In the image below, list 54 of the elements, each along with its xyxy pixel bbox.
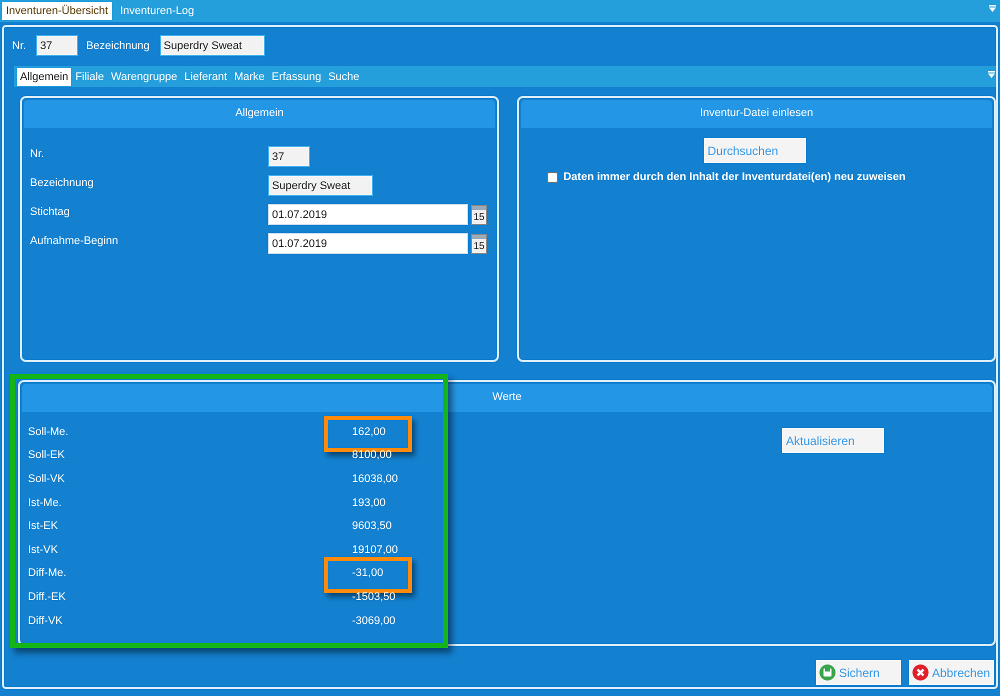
- date-field[interactable]: 01.07.2019: [268, 204, 468, 225]
- input-field[interactable]: Superdry Sweat: [160, 35, 265, 56]
- value-text: 193,00: [352, 496, 386, 509]
- field-label: Aufnahme-Beginn: [30, 234, 120, 246]
- value-text: 19107,00: [352, 544, 398, 556]
- calendar-button[interactable]: 15: [471, 204, 487, 224]
- panel-title: Allgemein: [24, 100, 495, 128]
- panel-title: Werte: [22, 384, 992, 412]
- tab[interactable]: Warengruppe: [108, 68, 180, 86]
- input-field[interactable]: 37: [36, 35, 78, 56]
- value-label: Soll-VK: [28, 472, 66, 485]
- tab[interactable]: Inventuren-Log: [116, 2, 198, 20]
- field-label: Bezeichnung: [30, 176, 95, 188]
- value-text: 162,00: [352, 426, 386, 438]
- tab[interactable]: Filiale: [72, 68, 108, 86]
- field-label: Nr.: [30, 148, 46, 160]
- value-text: -3069,00: [352, 614, 396, 627]
- value-label: Diff-VK: [28, 614, 64, 627]
- value-label: Diff.-EK: [28, 590, 67, 603]
- tab[interactable]: Suche: [325, 68, 362, 86]
- tab[interactable]: Marke: [231, 68, 268, 86]
- tab[interactable]: Allgemein: [17, 68, 72, 86]
- panel-title: Inventur-Datei einlesen: [521, 100, 992, 128]
- value-label: Diff-Me.: [28, 567, 68, 580]
- value-label: Ist-VK: [28, 544, 59, 556]
- value-text: 9603,50: [352, 520, 392, 532]
- value-label: Soll-Me.: [28, 426, 70, 438]
- tab[interactable]: Inventuren-Übersicht: [2, 2, 112, 20]
- value-text: 8100,00: [352, 449, 392, 462]
- refresh-button[interactable]: Aktualisieren: [782, 428, 884, 453]
- input-field[interactable]: Superdry Sweat: [268, 175, 373, 196]
- input-field[interactable]: 37: [268, 146, 310, 167]
- dropdown-icon[interactable]: [989, 5, 996, 12]
- dropdown-icon[interactable]: [988, 71, 995, 78]
- tab[interactable]: Erfassung: [268, 68, 324, 86]
- close-icon: [912, 664, 929, 681]
- date-field[interactable]: 01.07.2019: [268, 233, 468, 254]
- value-text: 16038,00: [352, 472, 398, 485]
- tab[interactable]: Lieferant: [181, 68, 230, 86]
- floppy-disk-icon: [819, 664, 836, 681]
- checkbox-label: Daten immer durch den Inhalt der Inventurdatei(en) neu zuweisen: [563, 171, 906, 183]
- checkbox[interactable]: [547, 172, 558, 182]
- field-label: Nr.: [12, 40, 26, 52]
- cancel-button[interactable]: Abbrechen: [909, 660, 994, 685]
- value-label: Soll-EK: [28, 449, 66, 462]
- calendar-button[interactable]: 15: [471, 234, 487, 254]
- value-text: -31,00: [352, 567, 384, 580]
- value-label: Ist-EK: [28, 520, 59, 532]
- field-label: Stichtag: [30, 206, 71, 218]
- value-label: Ist-Me.: [28, 496, 63, 509]
- value-text: -1503,50: [352, 590, 396, 603]
- field-label: Bezeichnung: [86, 40, 150, 52]
- browse-button[interactable]: Durchsuchen: [704, 138, 806, 163]
- save-button[interactable]: Sichern: [816, 660, 901, 685]
